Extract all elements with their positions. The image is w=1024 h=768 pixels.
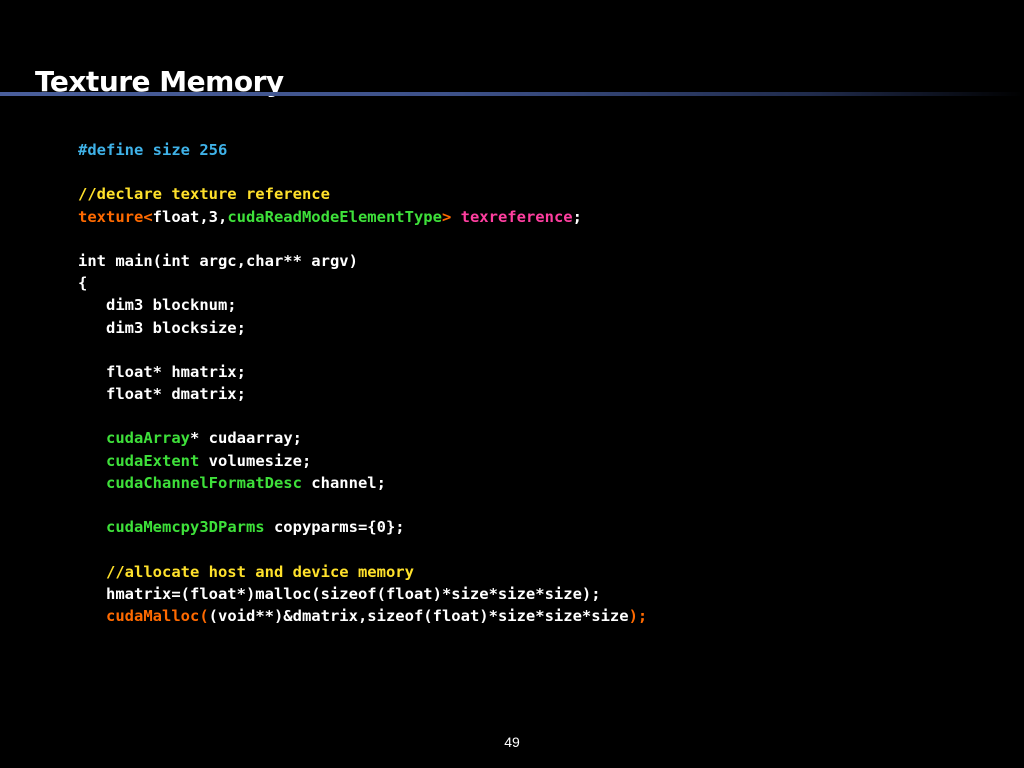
cuda-malloc-close: ); xyxy=(628,606,648,625)
texture-keyword: texture< xyxy=(78,207,153,226)
channel-desc-decl: channel; xyxy=(301,473,386,492)
code-line-cuda-extent: cudaExtent volumesize; xyxy=(78,450,647,472)
cuda-array-type: cudaArray xyxy=(106,429,190,448)
code-line-define: #define size 256 xyxy=(78,141,228,159)
page-number: 49 xyxy=(504,734,520,750)
memcpy-params-type: cudaMemcpy3DParms xyxy=(106,518,265,537)
cuda-array-decl: * cudaarray; xyxy=(190,429,302,448)
code-line-cuda-malloc: cudaMalloc((void**)&dmatrix,sizeof(float… xyxy=(78,605,647,627)
cuda-extent-type: cudaExtent xyxy=(106,451,200,470)
code-block: #define size 256 //declare texture refer… xyxy=(78,139,647,627)
code-line-float-hmatrix: float* hmatrix; xyxy=(78,362,246,381)
code-line-dim3-blocksize: dim3 blocksize; xyxy=(78,318,246,337)
semicolon: ; xyxy=(572,207,582,226)
texture-reference-name: texreference xyxy=(460,207,573,226)
code-line-dim3-blocknum: dim3 blocknum; xyxy=(78,296,237,315)
cuda-malloc-function: cudaMalloc( xyxy=(106,606,209,625)
code-line-open-brace: { xyxy=(78,274,88,293)
code-line-cuda-array: cudaArray* cudaarray; xyxy=(78,427,647,449)
memcpy-params-decl: copyparms={0}; xyxy=(264,518,405,537)
code-line-comment-allocate: //allocate host and device memory xyxy=(78,562,414,581)
title-underline xyxy=(0,92,1024,96)
code-line-memcpy-params: cudaMemcpy3DParms copyparms={0}; xyxy=(78,516,647,538)
code-line-float-dmatrix: float* dmatrix; xyxy=(78,385,246,404)
slide-title: Texture Memory xyxy=(35,65,284,98)
read-mode-type: cudaReadModeElementType xyxy=(227,207,442,226)
cuda-malloc-args: (void**)&dmatrix,sizeof(float)*size*size… xyxy=(208,606,629,625)
texture-params: float,3, xyxy=(152,207,228,226)
code-line-texture-declaration: texture<float,3,cudaReadModeElementType>… xyxy=(78,206,647,228)
texture-close-bracket: > xyxy=(441,207,452,226)
code-line-main-signature: int main(int argc,char** argv) xyxy=(78,251,358,270)
code-line-channel-desc: cudaChannelFormatDesc channel; xyxy=(78,472,647,494)
code-line-comment-declare: //declare texture reference xyxy=(78,185,330,204)
channel-desc-type: cudaChannelFormatDesc xyxy=(106,473,302,492)
code-line-host-malloc: hmatrix=(float*)malloc(sizeof(float)*siz… xyxy=(78,584,601,603)
cuda-extent-decl: volumesize; xyxy=(199,451,312,470)
